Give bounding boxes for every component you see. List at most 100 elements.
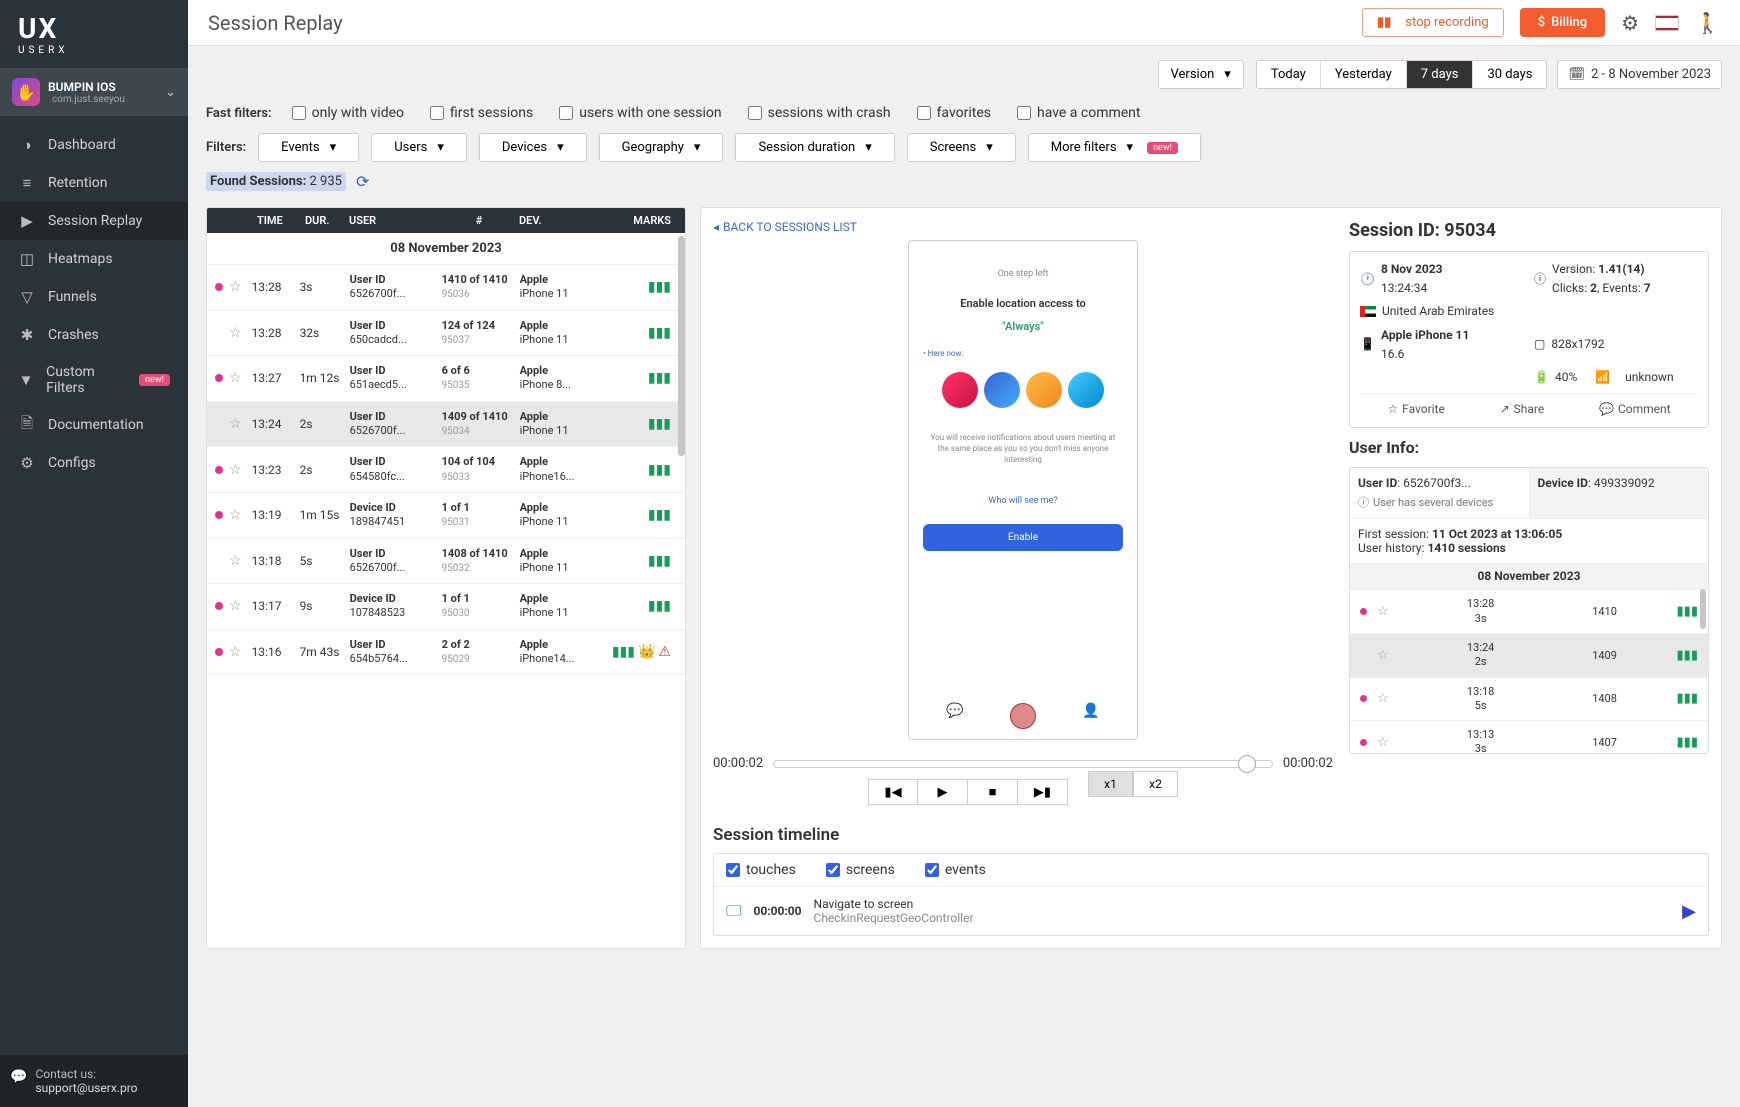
cell-num: 1 of 195031 xyxy=(442,501,520,530)
progress-knob[interactable] xyxy=(1238,755,1256,773)
speed-x2-button[interactable]: x2 xyxy=(1133,771,1178,797)
date-tab-7-days[interactable]: 7 days xyxy=(1407,61,1474,88)
favorite-action[interactable]: ☆Favorite xyxy=(1387,400,1444,419)
cell-dur: 7m 43s xyxy=(300,645,350,659)
timeline-filter-touches[interactable]: touches xyxy=(726,862,796,878)
contact-email[interactable]: support@userx.pro xyxy=(35,1081,137,1095)
sidebar-item-funnels[interactable]: ▽Funnels xyxy=(0,278,188,316)
checkbox[interactable] xyxy=(925,863,939,877)
checkbox[interactable] xyxy=(430,106,444,120)
table-row[interactable]: ☆ 13:24 2s User ID6526700f... 1409 of 14… xyxy=(207,402,685,448)
nav-icon: ✱ xyxy=(18,326,36,344)
more-filters-dropdown[interactable]: More filters▾new! xyxy=(1028,133,1201,162)
sidebar-item-configs[interactable]: ⚙Configs xyxy=(0,444,188,482)
fast-filter-users-with-one-session[interactable]: users with one session xyxy=(559,105,721,121)
refresh-icon[interactable]: ⟳ xyxy=(356,172,369,191)
play-button[interactable]: ▶ xyxy=(918,779,968,805)
user-session-row[interactable]: ☆ 13:133s 1407 ▮▮▮ xyxy=(1350,721,1708,753)
scrollbar-thumb[interactable] xyxy=(678,236,685,456)
progress-bar[interactable] xyxy=(773,760,1273,768)
filter-session-duration-dropdown[interactable]: Session duration▾ xyxy=(735,133,894,162)
cell-dur: 9s xyxy=(300,599,350,613)
filter-screens-dropdown[interactable]: Screens▾ xyxy=(907,133,1016,162)
star-icon[interactable]: ☆ xyxy=(229,370,242,386)
sidebar-item-documentation[interactable]: 🗎Documentation xyxy=(0,406,188,444)
filter-devices-dropdown[interactable]: Devices▾ xyxy=(479,133,587,162)
phone-icon: 📱 xyxy=(1360,335,1375,354)
app-name: BUMPIN IOS xyxy=(48,80,157,94)
cell-user: Device ID189847451 xyxy=(350,501,442,530)
share-action[interactable]: ↗Share xyxy=(1500,400,1545,419)
us-flag-icon[interactable] xyxy=(1655,15,1679,31)
table-row[interactable]: ☆ 13:19 1m 15s Device ID189847451 1 of 1… xyxy=(207,493,685,539)
timeline-event[interactable]: 🖵 00:00:00 Navigate to screenCheckinRequ… xyxy=(714,887,1708,935)
comment-action[interactable]: 💬Comment xyxy=(1599,400,1671,419)
filter-events-dropdown[interactable]: Events▾ xyxy=(258,133,359,162)
star-icon[interactable]: ☆ xyxy=(229,325,242,341)
prev-button[interactable]: ▮◀ xyxy=(868,779,918,805)
scrollbar-thumb[interactable] xyxy=(1700,589,1706,629)
star-icon[interactable]: ☆ xyxy=(229,462,242,478)
checkbox[interactable] xyxy=(292,106,306,120)
person-icon[interactable]: 🚶 xyxy=(1695,11,1720,35)
date-tab-yesterday[interactable]: Yesterday xyxy=(1321,61,1407,88)
checkbox[interactable] xyxy=(826,863,840,877)
speed-x1-button[interactable]: x1 xyxy=(1088,771,1133,797)
table-row[interactable]: ☆ 13:28 32s User ID650cadcd... 124 of 12… xyxy=(207,311,685,357)
app-selector[interactable]: ✋ BUMPIN IOS com.just.seeyou ⌄ xyxy=(0,68,188,116)
version-dropdown[interactable]: Version▾ xyxy=(1158,60,1244,89)
table-row[interactable]: ☆ 13:27 1m 12s User ID651aecd5... 6 of 6… xyxy=(207,356,685,402)
fast-filter-sessions-with-crash[interactable]: sessions with crash xyxy=(748,105,891,121)
star-icon[interactable]: ☆ xyxy=(229,416,242,432)
timeline-filter-events[interactable]: events xyxy=(925,862,986,878)
date-range-picker[interactable]: 🗓2 - 8 November 2023 xyxy=(1557,60,1722,89)
filter-geography-dropdown[interactable]: Geography▾ xyxy=(599,133,724,162)
timeline-play-icon[interactable]: ▶ xyxy=(1682,901,1696,922)
star-icon[interactable]: ☆ xyxy=(229,507,242,523)
star-icon[interactable]: ☆ xyxy=(1377,648,1389,663)
star-icon[interactable]: ☆ xyxy=(229,279,242,295)
table-row[interactable]: ☆ 13:18 5s User ID6526700f... 1408 of 14… xyxy=(207,539,685,585)
stop-recording-button[interactable]: ▮▮stop recording xyxy=(1362,8,1504,37)
checkbox[interactable] xyxy=(726,863,740,877)
sidebar-item-retention[interactable]: ≡Retention xyxy=(0,164,188,202)
billing-button[interactable]: $Billing xyxy=(1520,8,1605,37)
checkbox[interactable] xyxy=(917,106,931,120)
checkbox[interactable] xyxy=(748,106,762,120)
star-icon[interactable]: ☆ xyxy=(1377,735,1389,750)
sidebar-item-heatmaps[interactable]: ◫Heatmaps xyxy=(0,240,188,278)
table-row[interactable]: ☆ 13:17 9s Device ID107848523 1 of 19503… xyxy=(207,584,685,630)
fast-filter-favorites[interactable]: favorites xyxy=(917,105,991,121)
gear-icon[interactable]: ⚙ xyxy=(1621,11,1639,35)
date-tab-30-days[interactable]: 30 days xyxy=(1473,61,1546,88)
table-row[interactable]: ☆ 13:16 7m 43s User ID654b5764... 2 of 2… xyxy=(207,630,685,676)
sidebar-item-custom-filters[interactable]: ▼Custom Filtersnew! xyxy=(0,354,188,406)
date-tab-today[interactable]: Today xyxy=(1257,61,1321,88)
star-icon[interactable]: ☆ xyxy=(229,644,242,660)
table-row[interactable]: ☆ 13:23 2s User ID654580fc... 104 of 104… xyxy=(207,447,685,493)
back-to-sessions-link[interactable]: ◂BACK TO SESSIONS LIST xyxy=(713,220,857,234)
user-session-row[interactable]: ☆ 13:185s 1408 ▮▮▮ xyxy=(1350,678,1708,722)
filter-users-dropdown[interactable]: Users▾ xyxy=(371,133,467,162)
sidebar-item-crashes[interactable]: ✱Crashes xyxy=(0,316,188,354)
user-session-row[interactable]: ☆ 13:242s 1409 ▮▮▮ xyxy=(1350,634,1708,678)
stop-button[interactable]: ■ xyxy=(968,779,1018,805)
sidebar-item-session-replay[interactable]: ▶Session Replay xyxy=(0,202,188,240)
fast-filter-have-a-comment[interactable]: have a comment xyxy=(1017,105,1141,121)
cell-user: User ID6526700f... xyxy=(350,410,442,439)
timeline-filter-screens[interactable]: screens xyxy=(826,862,895,878)
user-session-row[interactable]: ☆ 13:283s 1410 ▮▮▮ xyxy=(1350,590,1708,634)
star-icon[interactable]: ☆ xyxy=(229,598,242,614)
checkbox[interactable] xyxy=(559,106,573,120)
sidebar-item-dashboard[interactable]: ◑Dashboard xyxy=(0,126,188,164)
star-icon[interactable]: ☆ xyxy=(1377,691,1389,706)
fast-filter-only-with-video[interactable]: only with video xyxy=(292,105,404,121)
topbar: Session Replay ▮▮stop recording $Billing… xyxy=(188,0,1740,46)
table-row[interactable]: ☆ 13:28 3s User ID6526700f... 1410 of 14… xyxy=(207,265,685,311)
checkbox[interactable] xyxy=(1017,106,1031,120)
star-icon[interactable]: ☆ xyxy=(229,553,242,569)
fast-filter-first-sessions[interactable]: first sessions xyxy=(430,105,533,121)
star-icon[interactable]: ☆ xyxy=(1377,604,1389,619)
nav-label: Custom Filters xyxy=(46,364,127,396)
next-button[interactable]: ▶▮ xyxy=(1018,779,1068,805)
